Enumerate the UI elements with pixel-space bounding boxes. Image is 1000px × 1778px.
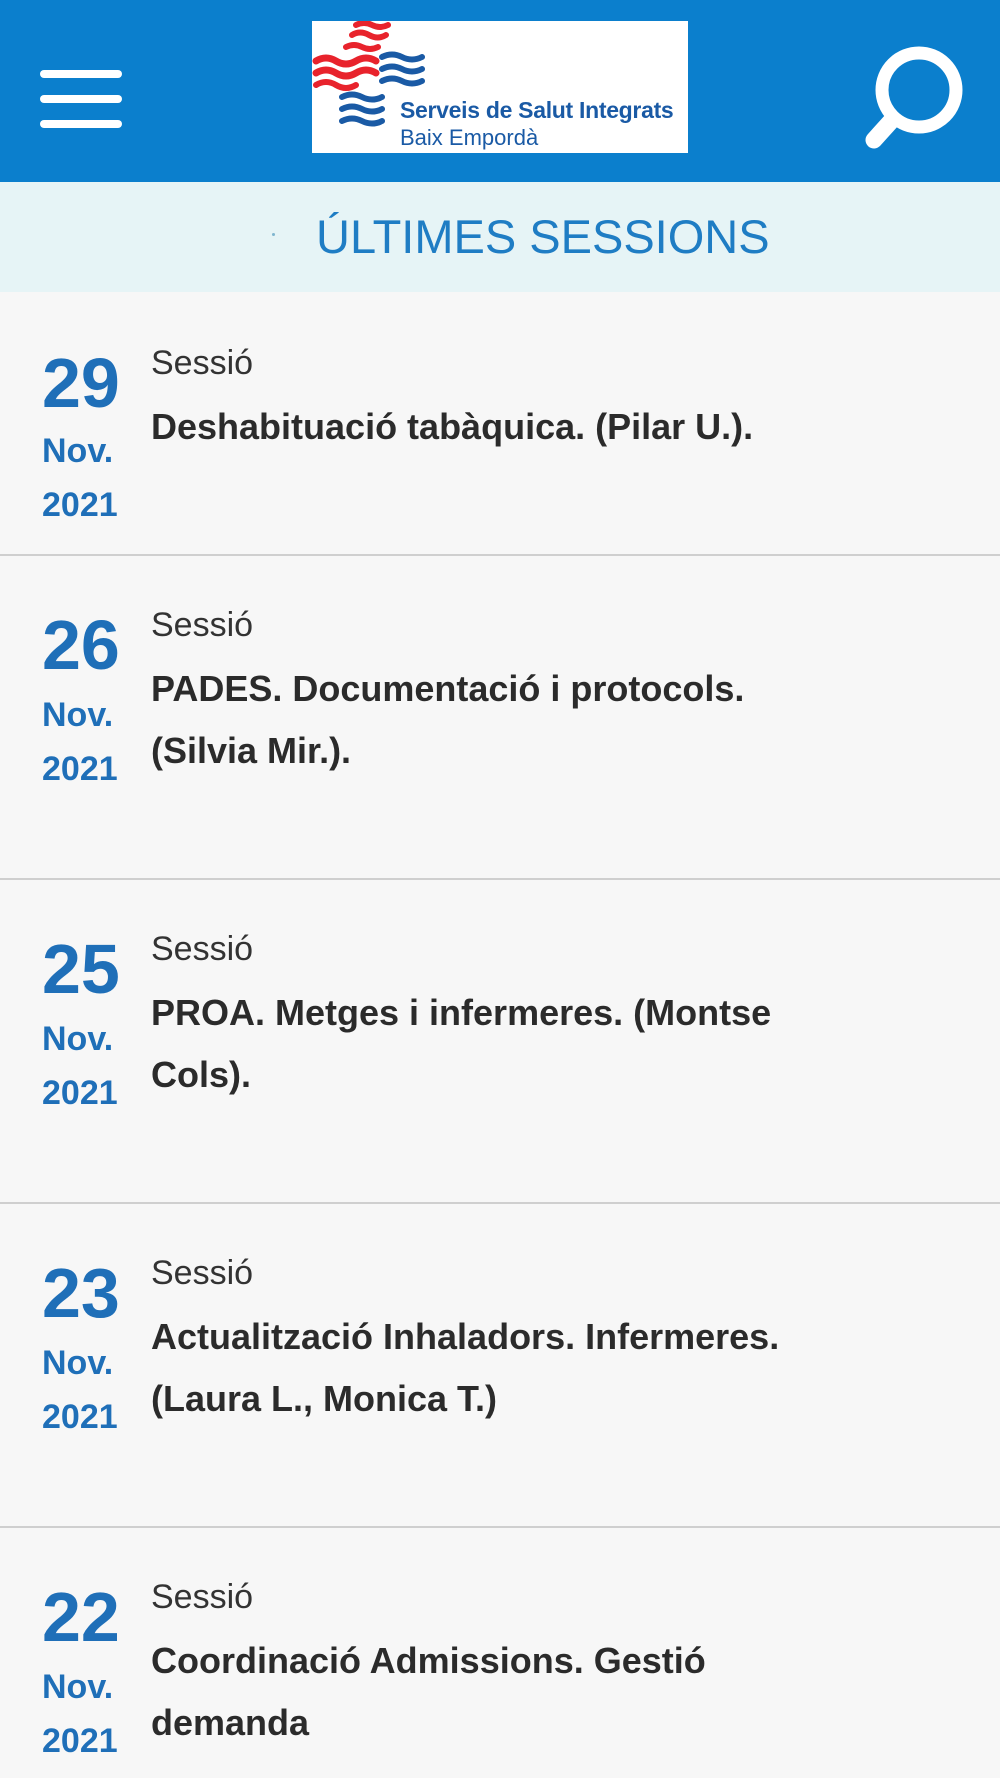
session-month: Nov.: [42, 1668, 114, 1706]
session-kind: Sessió: [151, 606, 254, 644]
session-year: 2021: [42, 1398, 118, 1436]
section-title-wrap: ÚLTIMES SESSIONS: [0, 182, 1000, 292]
session-year: 2021: [42, 1074, 118, 1112]
session-title: Coordinació Admissions. Gestió demanda: [151, 1640, 706, 1743]
session-day: 22: [42, 1578, 120, 1656]
session-month: Nov.: [42, 696, 114, 734]
session-day: 26: [42, 606, 120, 684]
hamburger-menu-button[interactable]: [40, 70, 122, 128]
menu-bar-line: [40, 70, 122, 78]
menu-bar-line: [40, 95, 122, 103]
session-title: Actualització Inhaladors. Infermeres. (L…: [151, 1316, 780, 1419]
session-year: 2021: [42, 1722, 118, 1760]
session-kind: Sessió: [151, 930, 254, 968]
session-day: 25: [42, 930, 120, 1008]
session-year: 2021: [42, 486, 118, 524]
search-button[interactable]: [862, 40, 972, 155]
session-item[interactable]: 29 Nov. 2021 Sessió Deshabituació tabàqu…: [0, 292, 1000, 556]
session-month: Nov.: [42, 1020, 114, 1058]
session-item[interactable]: 26 Nov. 2021 Sessió PADES. Documentació …: [0, 556, 1000, 880]
session-item[interactable]: 25 Nov. 2021 Sessió PROA. Metges i infer…: [0, 880, 1000, 1204]
session-kind: Sessió: [151, 1578, 254, 1616]
session-item[interactable]: 23 Nov. 2021 Sessió Actualització Inhala…: [0, 1204, 1000, 1528]
session-year: 2021: [42, 750, 118, 788]
session-title: PROA. Metges i infermeres. (Montse Cols)…: [151, 992, 772, 1095]
session-day: 29: [42, 344, 120, 422]
logo-name: Serveis de Salut Integrats: [400, 97, 674, 123]
session-item[interactable]: 22 Nov. 2021 Sessió Coordinació Admissio…: [0, 1528, 1000, 1778]
session-month: Nov.: [42, 432, 114, 470]
session-title: PADES. Documentació i protocols. (Silvia…: [151, 668, 745, 771]
session-title: Deshabituació tabàquica. (Pilar U.).: [151, 406, 754, 447]
top-app-bar: Serveis de Salut Integrats Baix Empordà: [0, 0, 1000, 182]
menu-bar-line: [40, 120, 122, 128]
session-kind: Sessió: [151, 344, 254, 382]
logo-region: Baix Empordà: [400, 125, 539, 150]
ssibe-logo[interactable]: Serveis de Salut Integrats Baix Empordà: [312, 21, 688, 153]
session-kind: Sessió: [151, 1254, 254, 1292]
session-month: Nov.: [42, 1344, 114, 1382]
section-title: ÚLTIMES SESSIONS: [316, 210, 770, 263]
search-icon: [865, 46, 963, 149]
session-day: 23: [42, 1254, 120, 1332]
